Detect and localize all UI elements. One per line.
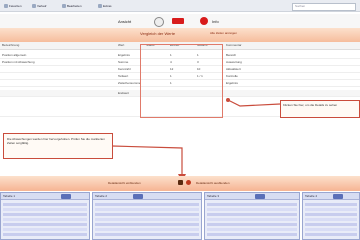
row-comment: Auswertung (226, 60, 242, 64)
panel-badge (61, 193, 71, 199)
row-measure: Endwert (118, 91, 130, 95)
panel-header: Tabelle 3 (205, 193, 299, 200)
callout-highlight: Die Abweichungen werden hier hervorgehob… (3, 133, 113, 159)
hide-details-link[interactable]: Detailansicht ausblenden (196, 181, 230, 185)
panel-badge (333, 193, 343, 199)
data-panel: Tabelle 3 (204, 192, 300, 240)
search-input[interactable]: Suchen (292, 3, 356, 11)
row-label: Position allgemein (2, 53, 27, 57)
toolbar-label-view: Ansicht (118, 19, 132, 24)
row-comment: Ergebnis (226, 81, 238, 85)
history-button[interactable]: Verlauf (32, 3, 46, 9)
panel-header: Tabelle 4 (303, 193, 359, 200)
toggle-icon[interactable] (178, 180, 183, 185)
star-icon (4, 4, 8, 8)
red-round-button[interactable] (200, 17, 208, 25)
callout-details: Klicken Sie hier, um die Details zu sehe… (280, 100, 360, 118)
favorites-button[interactable]: Favoriten (4, 3, 22, 9)
section-title: Vergleich der Werte (140, 31, 176, 36)
column-header[interactable]: Wert (118, 42, 124, 48)
data-panel: Tabelle 1 (0, 192, 90, 240)
row-comment: Aktualisiert (226, 67, 241, 71)
show-details-link[interactable]: Detailansicht einblenden (108, 181, 141, 185)
row-measure: Kennzahl (118, 67, 131, 71)
panel-badge (255, 193, 265, 199)
row-measure: Teilwert (118, 74, 129, 78)
red-action-button[interactable] (172, 18, 184, 24)
row-comment: Kontrolle (226, 74, 238, 78)
highlight-box (140, 44, 223, 118)
row-measure: Ergebnis (118, 53, 130, 57)
edit-button[interactable]: Bearbeiten (62, 3, 82, 9)
browser-toolbar: Favoriten Verlauf Bearbeiten Extras Such… (0, 0, 360, 12)
row-comment: Bereich (226, 53, 237, 57)
show-all-link[interactable]: Alle Zeilen anzeigen (210, 31, 237, 35)
row-measure: Zwischensumme (118, 81, 141, 85)
toggle-active-icon[interactable] (186, 180, 191, 185)
row-label: Position mit Abweichung (2, 60, 35, 64)
row-measure: Summe (118, 60, 129, 64)
view-round-button[interactable] (154, 17, 164, 27)
tools-button[interactable]: Extras (98, 3, 112, 9)
data-panel: Tabelle 2 (92, 192, 202, 240)
toolbar-label-info: Info (212, 19, 219, 24)
column-header[interactable]: Bezeichnung (2, 42, 19, 48)
panel-badge (133, 193, 143, 199)
data-panel: Tabelle 4 (302, 192, 360, 240)
panel-header: Tabelle 1 (1, 193, 89, 200)
column-header[interactable]: Kommentar (226, 42, 242, 48)
panel-header: Tabelle 2 (93, 193, 201, 200)
tools-icon (98, 4, 102, 8)
edit-icon (62, 4, 66, 8)
callout-arrow (226, 98, 281, 107)
history-icon (32, 4, 36, 8)
